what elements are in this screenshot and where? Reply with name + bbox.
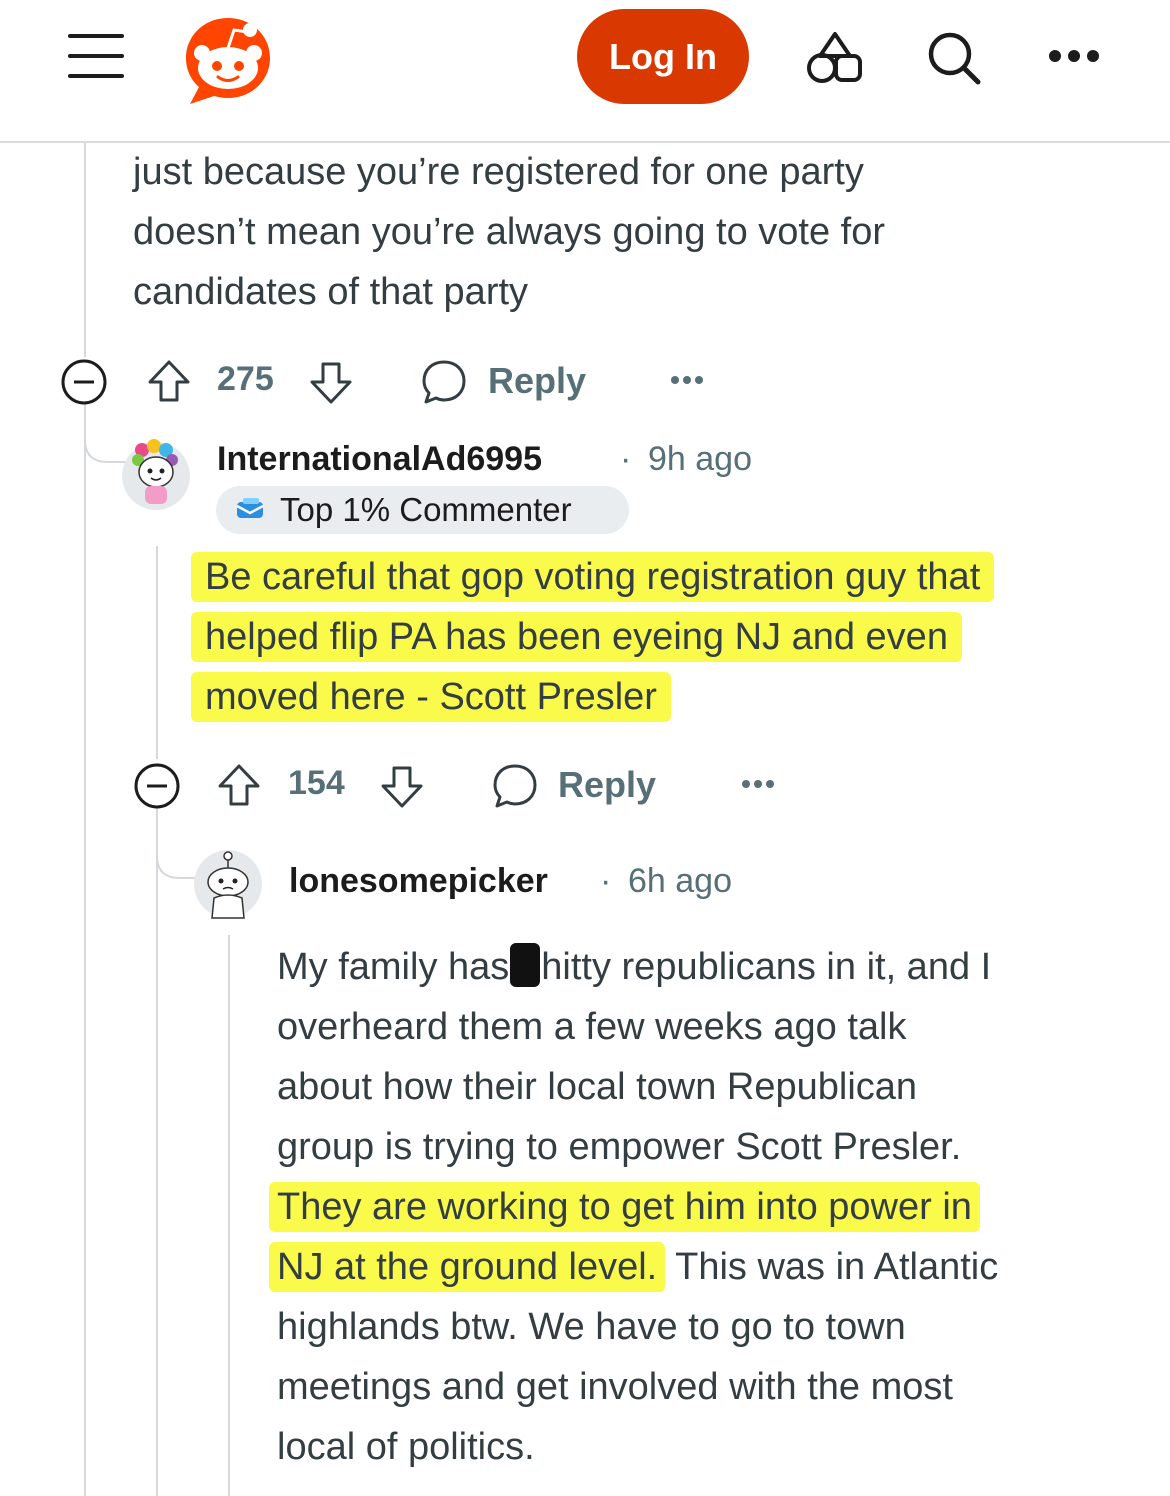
- reply-label: Reply: [488, 360, 587, 401]
- comment-text: My family has: [277, 946, 510, 988]
- highlighted-text: helped flip PA has been eyeing NJ and ev…: [191, 612, 962, 662]
- comment-text: This was in Atlantic: [665, 1246, 999, 1288]
- commenter-badge: Top 1% Commenter: [216, 486, 629, 534]
- comment-author[interactable]: InternationalAd6995: [217, 440, 542, 479]
- comment-timestamp: 9h ago: [648, 440, 752, 478]
- reply-button[interactable]: Reply: [491, 762, 671, 810]
- downvote-icon[interactable]: [379, 764, 425, 810]
- more-icon[interactable]: [741, 778, 775, 790]
- comment-body: just because you’re registered for one p…: [133, 142, 1133, 322]
- thread-line: [228, 935, 230, 1496]
- comment-line: local of politics.: [277, 1426, 535, 1468]
- comment-line: doesn’t mean you’re always going to vote…: [133, 211, 885, 253]
- upvote-icon[interactable]: [216, 762, 262, 808]
- comment-line: My family has hitty republicans in it, an…: [277, 937, 1157, 997]
- meta-separator: ·: [620, 440, 632, 478]
- comment-line: group is trying to empower Scott Presler…: [277, 1126, 962, 1168]
- avatar[interactable]: [120, 438, 192, 512]
- more-icon[interactable]: [1048, 48, 1100, 64]
- comment-line: meetings and get involved with the most: [277, 1366, 953, 1408]
- downvote-icon[interactable]: [308, 360, 354, 406]
- comment-text: hitty republicans in it, and I: [541, 946, 992, 988]
- highlighted-text: Be careful that gop voting registration …: [191, 552, 995, 602]
- comment-author[interactable]: lonesomepicker: [289, 862, 548, 901]
- collapse-icon[interactable]: [133, 762, 181, 810]
- login-button[interactable]: Log In: [577, 9, 749, 104]
- reddit-logo[interactable]: [178, 8, 278, 108]
- thread-line: [156, 808, 158, 1496]
- more-icon[interactable]: [670, 374, 704, 386]
- highlighted-text: moved here - Scott Presler: [191, 672, 671, 722]
- collapse-icon[interactable]: [60, 358, 108, 406]
- highlighted-text: NJ at the ground level.: [269, 1242, 666, 1292]
- meta-separator: ·: [600, 862, 612, 900]
- redaction-mark: [510, 943, 541, 987]
- menu-icon[interactable]: [68, 34, 124, 78]
- comment-bubble-icon: [422, 360, 466, 404]
- comment-body: My family has hitty republicans in it, an…: [269, 937, 1157, 1477]
- score-count: 275: [217, 360, 274, 398]
- comment-line: candidates of that party: [133, 271, 529, 313]
- upvote-icon[interactable]: [146, 358, 192, 404]
- comment-body: Be careful that gop voting registration …: [191, 547, 1165, 727]
- highlighted-text: They are working to get him into power i…: [269, 1182, 980, 1232]
- reply-label: Reply: [558, 764, 657, 805]
- comment-line: just because you’re registered for one p…: [133, 151, 864, 193]
- top-header: Log In: [0, 0, 1170, 143]
- thread-line: [84, 404, 86, 1496]
- thread-line: [156, 546, 158, 759]
- badge-label: Top 1% Commenter: [280, 491, 572, 528]
- comment-line: about how their local town Republican: [277, 1066, 918, 1108]
- reply-button[interactable]: Reply: [420, 358, 600, 406]
- comment-line: overheard them a few weeks ago talk: [277, 1006, 907, 1048]
- score-count: 154: [288, 764, 345, 802]
- search-icon[interactable]: [926, 30, 982, 86]
- comment-timestamp: 6h ago: [628, 862, 732, 900]
- avatar[interactable]: [192, 848, 264, 920]
- shapes-icon[interactable]: [806, 30, 864, 86]
- comment-line: highlands btw. We have to go to town: [277, 1306, 906, 1348]
- comment-bubble-icon: [493, 764, 537, 808]
- badge-icon: [236, 498, 264, 518]
- thread-line: [84, 143, 86, 357]
